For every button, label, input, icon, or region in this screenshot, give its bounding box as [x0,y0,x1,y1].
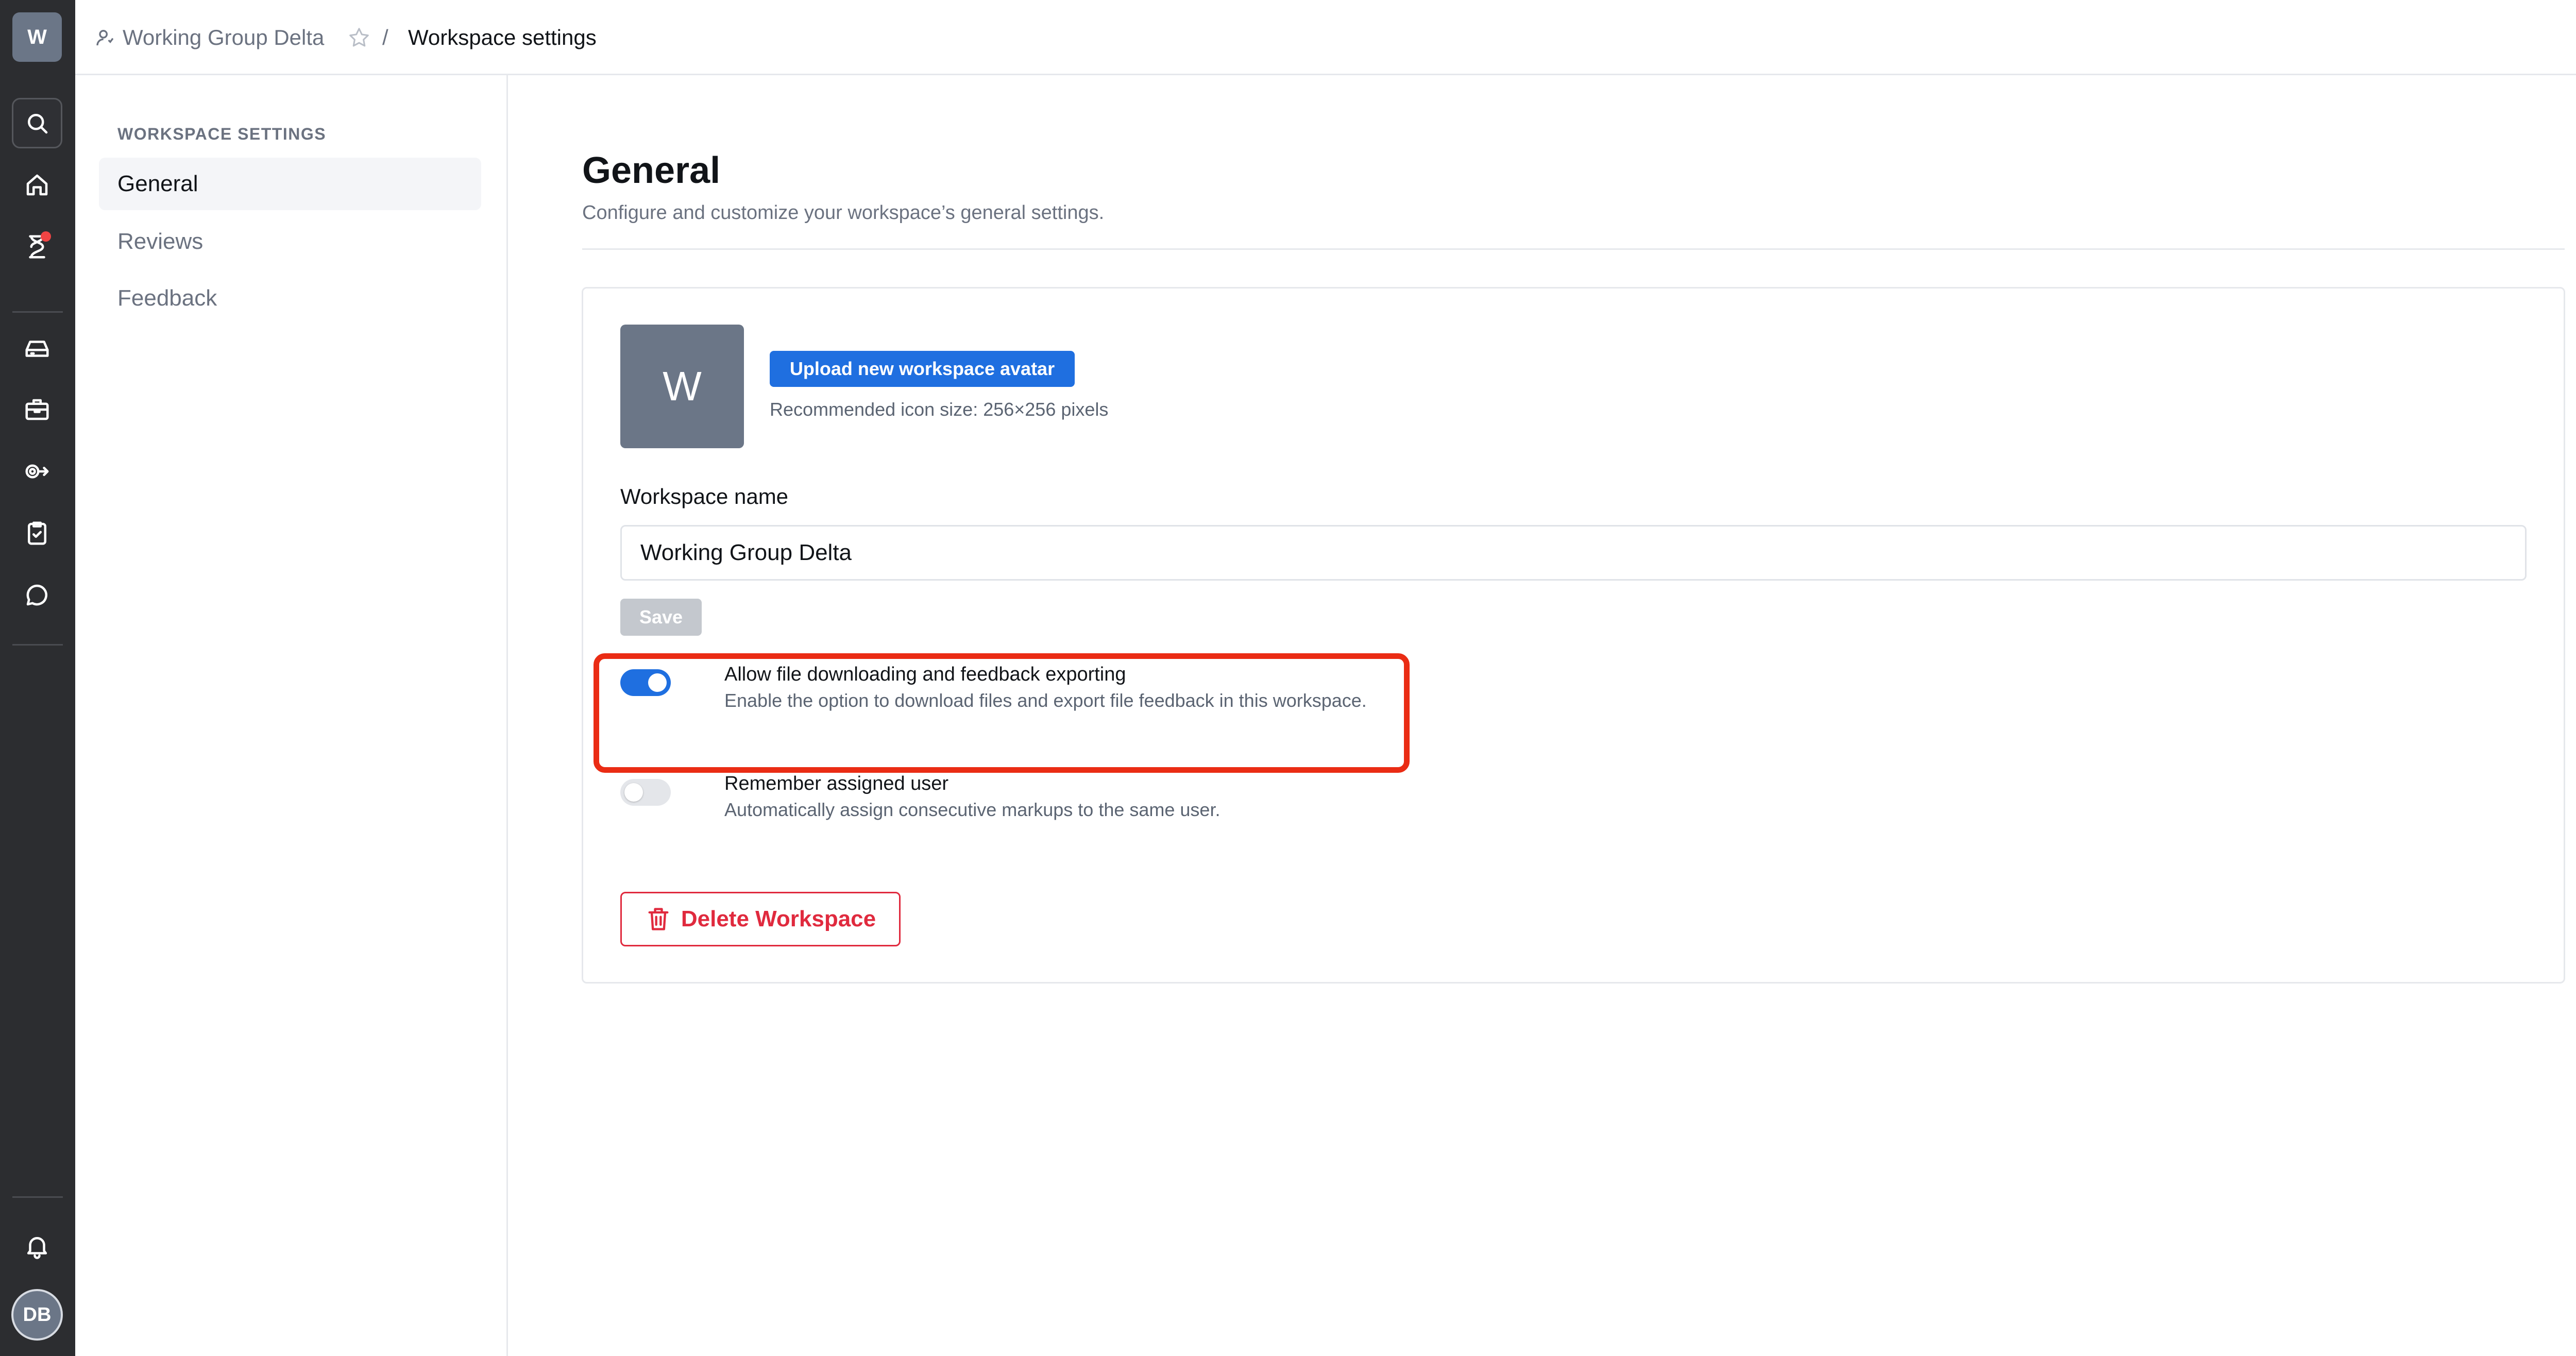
page-title: General [582,150,721,191]
pending-button[interactable] [12,222,62,272]
projects-button[interactable] [12,384,62,435]
rail-divider [12,644,63,646]
workspace-avatar-initial: W [663,363,702,409]
workspace-switcher[interactable]: W [12,12,62,62]
inbox-icon [25,341,49,357]
home-icon [26,174,48,196]
save-button[interactable]: Save [620,599,702,636]
allow-download-description: Enable the option to download files and … [724,690,1367,711]
avatar-size-hint: Recommended icon size: 256×256 pixels [770,399,1109,420]
rail-divider [12,311,63,313]
search-icon [28,114,48,134]
breadcrumb-workspace[interactable]: Working Group Delta [95,0,324,75]
notification-dot [41,231,51,242]
toggle-knob [624,783,643,802]
notifications-button[interactable] [12,1221,62,1272]
search-button[interactable] [12,98,62,148]
sidebar-item-label: Reviews [117,229,204,254]
clipboard-check-icon [28,521,46,545]
comments-button[interactable] [12,570,62,620]
workspace-name-input[interactable] [620,525,2527,581]
remember-user-description: Automatically assign consecutive markups… [724,799,1221,820]
section-divider [582,248,2565,250]
remember-user-toggle[interactable] [620,779,671,806]
top-bar: Working Group Delta / Workspace settings [75,0,2576,75]
trash-icon [648,908,669,930]
remember-user-title: Remember assigned user [724,773,949,794]
workspace-name-label: Workspace name [620,484,789,508]
page-subtitle: Configure and customize your workspace’s… [582,202,1105,224]
user-avatar[interactable]: DB [11,1289,63,1341]
workspace-avatar: W [620,325,744,448]
rail-divider [12,1196,63,1198]
left-rail: W DB [0,0,75,1356]
settings-sidebar-heading: WORKSPACE SETTINGS [117,125,327,143]
toggle-knob [648,673,667,692]
sidebar-item-feedback[interactable]: Feedback [99,272,481,325]
upload-avatar-button[interactable]: Upload new workspace avatar [770,351,1075,387]
breadcrumb-separator: / [382,25,388,49]
sidebar-item-label: General [117,171,198,196]
sidebar-item-general[interactable]: General [99,158,481,210]
breadcrumb-workspace-label: Working Group Delta [123,25,325,49]
delete-workspace-label: Delete Workspace [681,906,876,931]
breadcrumb-current: Workspace settings [408,25,597,49]
favorite-star-button[interactable] [347,26,371,49]
allow-download-title: Allow file downloading and feedback expo… [724,664,1126,685]
star-icon [349,28,369,47]
delete-workspace-button[interactable]: Delete Workspace [620,892,901,946]
home-button[interactable] [12,160,62,210]
sidebar-item-reviews[interactable]: Reviews [99,215,481,268]
briefcase-icon [25,399,49,420]
chat-icon [26,584,47,606]
user-settings-icon [96,29,114,46]
workspace-initial: W [27,25,47,48]
bell-icon [27,1237,47,1259]
integrations-button[interactable] [12,446,62,497]
inbox-button[interactable] [12,324,62,374]
settings-sidebar: WORKSPACE SETTINGS General Reviews Feedb… [75,75,508,1356]
toggle-arrow-icon [25,464,49,479]
general-settings-card: W Upload new workspace avatar Recommende… [582,287,2565,984]
tasks-button[interactable] [12,508,62,558]
allow-download-toggle[interactable] [620,669,671,696]
user-initials: DB [23,1303,52,1326]
app-root: W DB Working Group Delta / Workspace set… [0,0,2576,1356]
sidebar-item-label: Feedback [117,285,217,311]
